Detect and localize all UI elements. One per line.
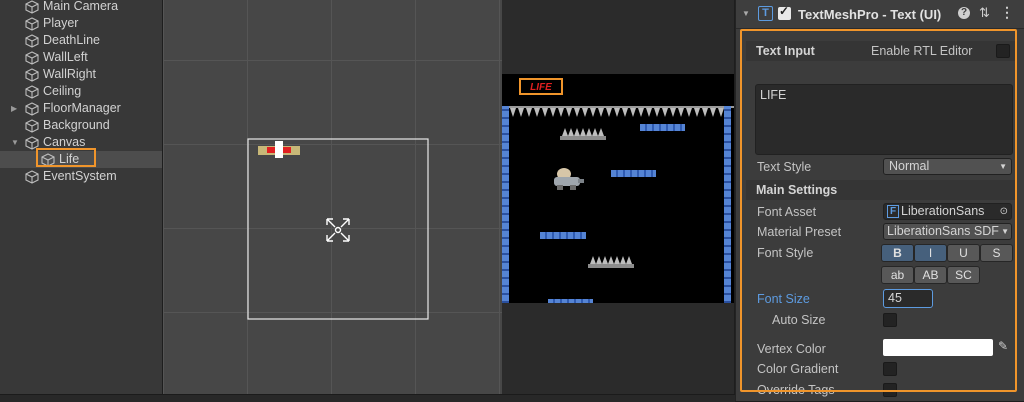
foldout-expanded-icon[interactable]: ▼	[11, 134, 19, 151]
hierarchy-item-background[interactable]: Background	[0, 117, 162, 134]
ceiling-spikes	[502, 106, 734, 117]
foldout-collapsed-icon[interactable]: ▶	[11, 100, 17, 117]
component-title: TextMeshPro - Text (UI)	[798, 7, 942, 22]
hierarchy-item-label: EventSystem	[43, 169, 117, 183]
foldout-arrow-icon[interactable]: ▼	[742, 9, 750, 18]
hierarchy-item-wallleft[interactable]: WallLeft	[0, 49, 162, 66]
hierarchy-item-label: Background	[43, 118, 110, 132]
hierarchy-item-wallright[interactable]: WallRight	[0, 66, 162, 83]
gameobject-cube-icon	[25, 51, 39, 65]
hierarchy-item-deathline[interactable]: DeathLine	[0, 32, 162, 49]
life-highlight-box	[36, 148, 96, 167]
hierarchy-item-label: WallLeft	[43, 50, 88, 64]
hierarchy-item-label: WallRight	[43, 67, 97, 81]
gameobject-cube-icon	[25, 68, 39, 82]
life-highlight-box-game: LIFE	[519, 78, 563, 95]
kebab-menu-icon[interactable]: ⋮	[1000, 4, 1014, 21]
game-view[interactable]: LIFE	[502, 74, 734, 303]
component-header[interactable]: ▼ T ✓ TextMeshPro - Text (UI) ? ⇅ ⋮	[736, 0, 1024, 29]
wall-right	[724, 106, 731, 303]
platform	[611, 170, 656, 177]
hierarchy-item-label: Player	[43, 16, 79, 30]
canvas-rect[interactable]	[247, 138, 429, 320]
hierarchy-item-main camera[interactable]: Main Camera	[0, 0, 162, 15]
gameobject-cube-icon	[25, 0, 39, 14]
hierarchy-panel: Main Camera Player DeathLine WallLeft WallRi…	[0, 0, 162, 401]
scene-view[interactable]	[163, 0, 502, 401]
hierarchy-item-label: Main Camera	[43, 0, 119, 13]
help-icon[interactable]: ?	[958, 7, 970, 19]
gameobject-cube-icon	[25, 119, 39, 133]
life-text: LIFE	[530, 82, 552, 93]
hierarchy-item-player[interactable]: Player	[0, 15, 162, 32]
player-sprite	[554, 168, 584, 190]
component-enabled-checkbox[interactable]: ✓	[778, 4, 791, 20]
hierarchy-item-label: DeathLine	[43, 33, 100, 47]
gameobject-cube-icon	[25, 170, 39, 184]
scene-canvas	[247, 138, 429, 320]
gameobject-cube-icon	[25, 34, 39, 48]
wall-left	[502, 106, 509, 303]
inspector-highlight-frame	[740, 29, 1017, 392]
hierarchy-item-label: Ceiling	[43, 84, 82, 98]
spike-platform	[560, 128, 606, 140]
hierarchy-item-label: FloorManager	[43, 101, 121, 115]
hierarchy-item-ceiling[interactable]: Ceiling	[0, 83, 162, 100]
platform	[640, 124, 685, 131]
gameobject-cube-icon	[25, 17, 39, 31]
hierarchy-item-eventsystem[interactable]: EventSystem	[0, 168, 162, 185]
presets-icon[interactable]: ⇅	[979, 5, 990, 21]
hierarchy-item-floormanager[interactable]: ▶ FloorManager	[0, 100, 162, 117]
platform	[540, 232, 586, 239]
platform	[548, 299, 593, 303]
gameobject-cube-icon	[25, 85, 39, 99]
tmp-component-icon: T	[758, 6, 773, 21]
pivot-gizmo[interactable]	[326, 218, 350, 242]
gameobject-cube-icon	[25, 102, 39, 116]
spike-platform	[588, 256, 634, 268]
